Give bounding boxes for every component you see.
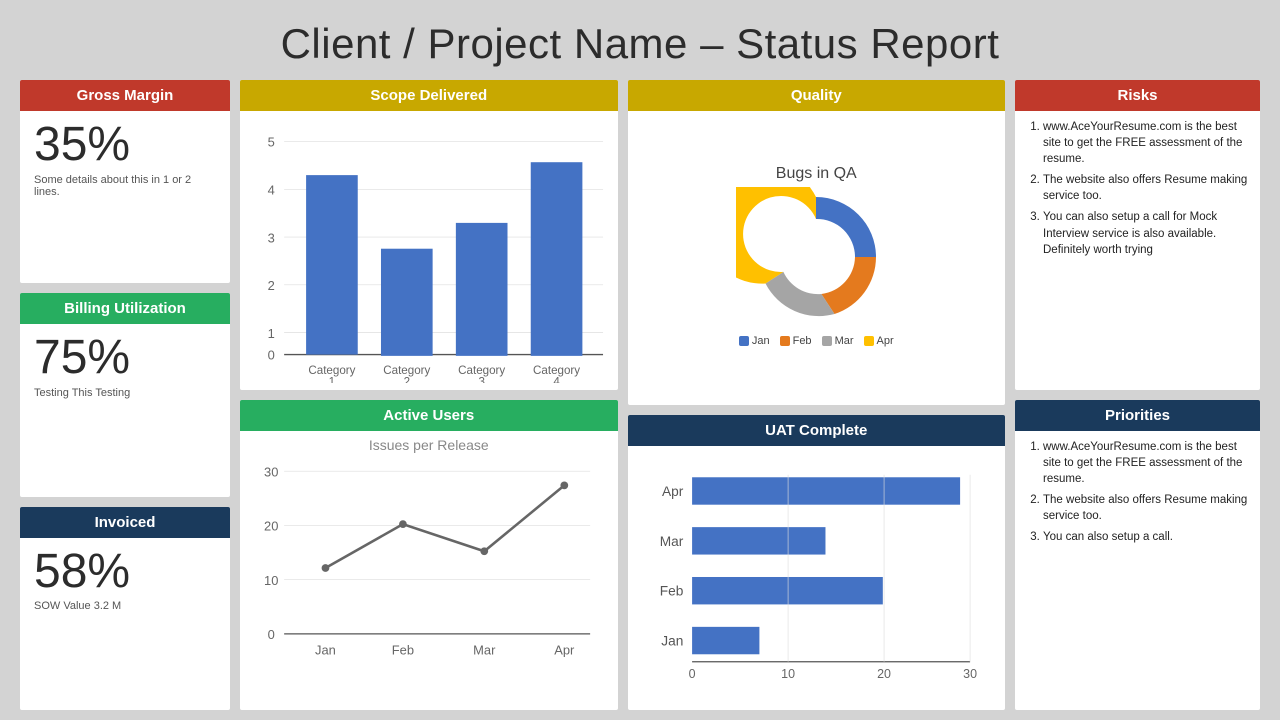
priorities-card: Priorities www.AceYourResume.com is the … (1015, 400, 1260, 710)
priorities-item-3: You can also setup a call. (1043, 529, 1250, 545)
donut-chart-svg (736, 187, 896, 327)
active-users-body: Issues per Release 30 20 10 0 (240, 431, 618, 707)
dashboard-grid: Gross Margin 35% Some details about this… (20, 80, 1260, 710)
svg-text:Feb: Feb (659, 583, 683, 598)
risks-item-1: www.AceYourResume.com is the best site t… (1043, 119, 1250, 167)
gross-margin-body: 35% Some details about this in 1 or 2 li… (20, 111, 230, 206)
legend-mar: Mar (822, 335, 854, 347)
scope-card: Scope Delivered 5 4 3 2 1 0 (240, 80, 618, 390)
priorities-header: Priorities (1015, 400, 1260, 431)
svg-text:2: 2 (268, 278, 275, 293)
gross-margin-header: Gross Margin (20, 80, 230, 111)
legend-jan: Jan (739, 335, 770, 347)
risks-header: Risks (1015, 80, 1260, 111)
gross-margin-value: 35% (34, 119, 130, 172)
risks-card: Risks www.AceYourResume.com is the best … (1015, 80, 1260, 390)
billing-card: Billing Utilization 75% Testing This Tes… (20, 293, 230, 496)
svg-text:20: 20 (264, 519, 278, 534)
quality-header: Quality (628, 80, 1006, 111)
invoiced-value: 58% (34, 546, 130, 599)
svg-text:1: 1 (329, 376, 335, 383)
risks-column: Risks www.AceYourResume.com is the best … (1015, 80, 1260, 710)
legend-apr: Apr (864, 335, 894, 347)
svg-text:3: 3 (478, 376, 484, 383)
bugs-in-qa-title: Bugs in QA (776, 165, 857, 183)
svg-text:0: 0 (688, 667, 695, 681)
gross-margin-card: Gross Margin 35% Some details about this… (20, 80, 230, 283)
donut-legend: Jan Feb Mar Apr (739, 335, 894, 347)
uat-chart-svg: Apr Mar Feb Jan 0 10 20 30 (636, 452, 998, 703)
legend-mar-dot (822, 336, 832, 346)
legend-mar-label: Mar (835, 335, 854, 347)
svg-text:Feb: Feb (392, 643, 414, 658)
svg-text:0: 0 (268, 627, 275, 642)
svg-text:1: 1 (268, 326, 275, 341)
quality-body: Bugs in QA (628, 111, 1006, 402)
uat-body: Apr Mar Feb Jan 0 10 20 30 (628, 446, 1006, 707)
priorities-item-1: www.AceYourResume.com is the best site t… (1043, 439, 1250, 487)
scope-chart-svg: 5 4 3 2 1 0 (248, 117, 610, 383)
gross-margin-desc: Some details about this in 1 or 2 lines. (34, 174, 216, 198)
legend-apr-dot (864, 336, 874, 346)
svg-text:Mar: Mar (659, 534, 683, 549)
svg-text:5: 5 (268, 135, 275, 150)
svg-text:30: 30 (264, 464, 278, 479)
billing-header: Billing Utilization (20, 293, 230, 324)
svg-text:Jan: Jan (315, 643, 336, 658)
risks-list: www.AceYourResume.com is the best site t… (1025, 119, 1250, 258)
svg-text:10: 10 (781, 667, 795, 681)
legend-feb-label: Feb (793, 335, 812, 347)
active-users-header: Active Users (240, 400, 618, 431)
svg-text:2: 2 (404, 376, 410, 383)
svg-text:30: 30 (963, 667, 977, 681)
uat-header: UAT Complete (628, 415, 1006, 446)
legend-jan-label: Jan (752, 335, 770, 347)
invoiced-card: Invoiced 58% SOW Value 3.2 M (20, 507, 230, 710)
svg-text:Jan: Jan (661, 633, 683, 648)
issues-chart-svg: 30 20 10 0 (248, 455, 610, 681)
svg-text:0: 0 (268, 348, 275, 363)
svg-text:Apr: Apr (554, 643, 575, 658)
legend-feb-dot (780, 336, 790, 346)
svg-text:4: 4 (268, 182, 275, 197)
priorities-list: www.AceYourResume.com is the best site t… (1025, 439, 1250, 546)
priorities-item-2: The website also offers Resume making se… (1043, 492, 1250, 524)
svg-text:20: 20 (877, 667, 891, 681)
scope-body: 5 4 3 2 1 0 (240, 111, 618, 387)
metrics-column: Gross Margin 35% Some details about this… (20, 80, 230, 710)
invoiced-body: 58% SOW Value 3.2 M (20, 538, 230, 621)
svg-text:Apr: Apr (662, 484, 684, 499)
svg-text:10: 10 (264, 573, 278, 588)
charts-column: Scope Delivered 5 4 3 2 1 0 (240, 80, 618, 710)
quality-column: Quality Bugs in QA (628, 80, 1006, 710)
uat-card: UAT Complete (628, 415, 1006, 710)
issues-chart-title: Issues per Release (248, 437, 610, 453)
billing-value: 75% (34, 332, 130, 385)
risks-item-2: The website also offers Resume making se… (1043, 172, 1250, 204)
legend-feb: Feb (780, 335, 812, 347)
invoiced-header: Invoiced (20, 507, 230, 538)
page-title: Client / Project Name – Status Report (20, 10, 1260, 80)
risks-body: www.AceYourResume.com is the best site t… (1015, 111, 1260, 271)
invoiced-desc: SOW Value 3.2 M (34, 600, 121, 612)
quality-card: Quality Bugs in QA (628, 80, 1006, 405)
page: Client / Project Name – Status Report Gr… (0, 0, 1280, 720)
active-users-card: Active Users Issues per Release 30 20 10… (240, 400, 618, 710)
legend-apr-label: Apr (877, 335, 894, 347)
uat-title: UAT Complete (765, 422, 867, 439)
risks-item-3: You can also setup a call for Mock Inter… (1043, 209, 1250, 257)
scope-header: Scope Delivered (240, 80, 618, 111)
billing-body: 75% Testing This Testing (20, 324, 230, 407)
svg-text:Mar: Mar (473, 643, 496, 658)
legend-jan-dot (739, 336, 749, 346)
billing-desc: Testing This Testing (34, 387, 130, 399)
svg-text:4: 4 (553, 376, 560, 383)
svg-text:3: 3 (268, 230, 275, 245)
priorities-body: www.AceYourResume.com is the best site t… (1015, 431, 1260, 559)
